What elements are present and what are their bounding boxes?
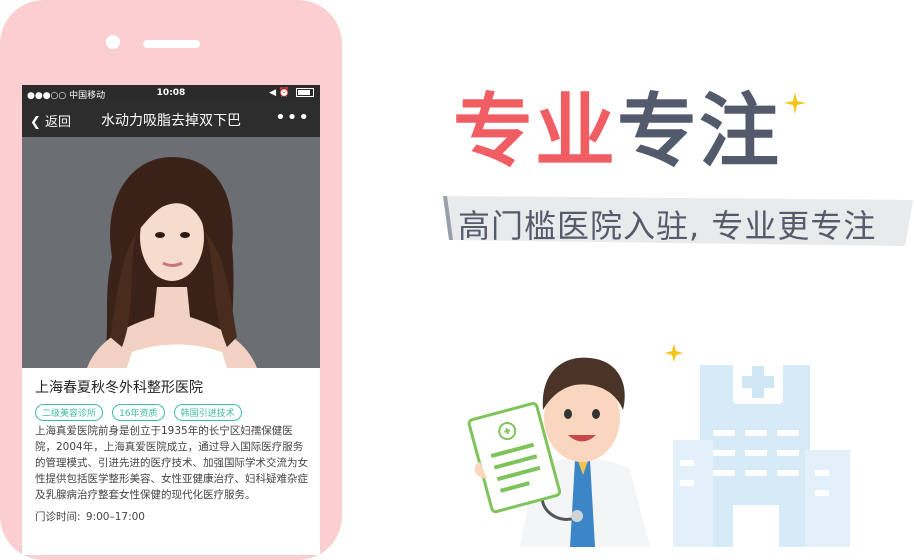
status-bar: ●●●○○ 中国移动 10:08 ◀ ⏰: [22, 85, 320, 101]
hours-label: 门诊时间:: [35, 511, 81, 523]
headline-part-2: 专注: [617, 85, 781, 178]
tag-list: 二级美容诊所 16年资质 韩国引进技术: [35, 401, 246, 421]
hospital-description: 上海真爱医院前身是创立于1935年的长宁区妇孺保健医院，2004年，上海真爱医院…: [35, 425, 308, 501]
hospital-name: 上海春夏秋冬外科整形医院: [35, 380, 203, 396]
more-button[interactable]: •••: [275, 107, 310, 128]
tag-badge: 16年资质: [112, 404, 165, 421]
phone-frame: ●●●○○ 中国移动 10:08 ◀ ⏰ ❮ 返回 水动力吸脂去掉双下巴 •••: [0, 0, 342, 560]
hospital-building-icon: [673, 360, 850, 547]
speaker-grille: [143, 40, 200, 48]
doctor-hospital-illustration: [467, 344, 850, 547]
phone-screen: ●●●○○ 中国移动 10:08 ◀ ⏰ ❮ 返回 水动力吸脂去掉双下巴 •••: [22, 85, 320, 555]
headline-part-1: 专业: [453, 85, 617, 178]
promo-subtitle: 高门槛医院入驻, 专业更专注: [458, 207, 877, 245]
tag-badge: 二级美容诊所: [35, 404, 104, 421]
opening-hours: 门诊时间: 9:00–17:00: [35, 509, 145, 524]
promo-headline: 专业专注: [453, 84, 781, 180]
carousel-dots[interactable]: [172, 351, 188, 368]
tag-badge: 韩国引进技术: [173, 404, 242, 421]
sparkle-icon: [784, 92, 806, 114]
sparkle-icon: [665, 344, 683, 362]
woman-portrait-image: [22, 137, 320, 368]
status-right-icons: ◀ ⏰: [269, 88, 291, 98]
battery-icon: [296, 88, 314, 97]
front-camera: [106, 35, 120, 49]
hero-image[interactable]: [22, 137, 320, 368]
nav-bar: ❮ 返回 水动力吸脂去掉双下巴 •••: [22, 101, 320, 137]
status-icons: ◀ ⏰: [269, 88, 314, 98]
hours-value: 9:00–17:00: [85, 511, 145, 523]
